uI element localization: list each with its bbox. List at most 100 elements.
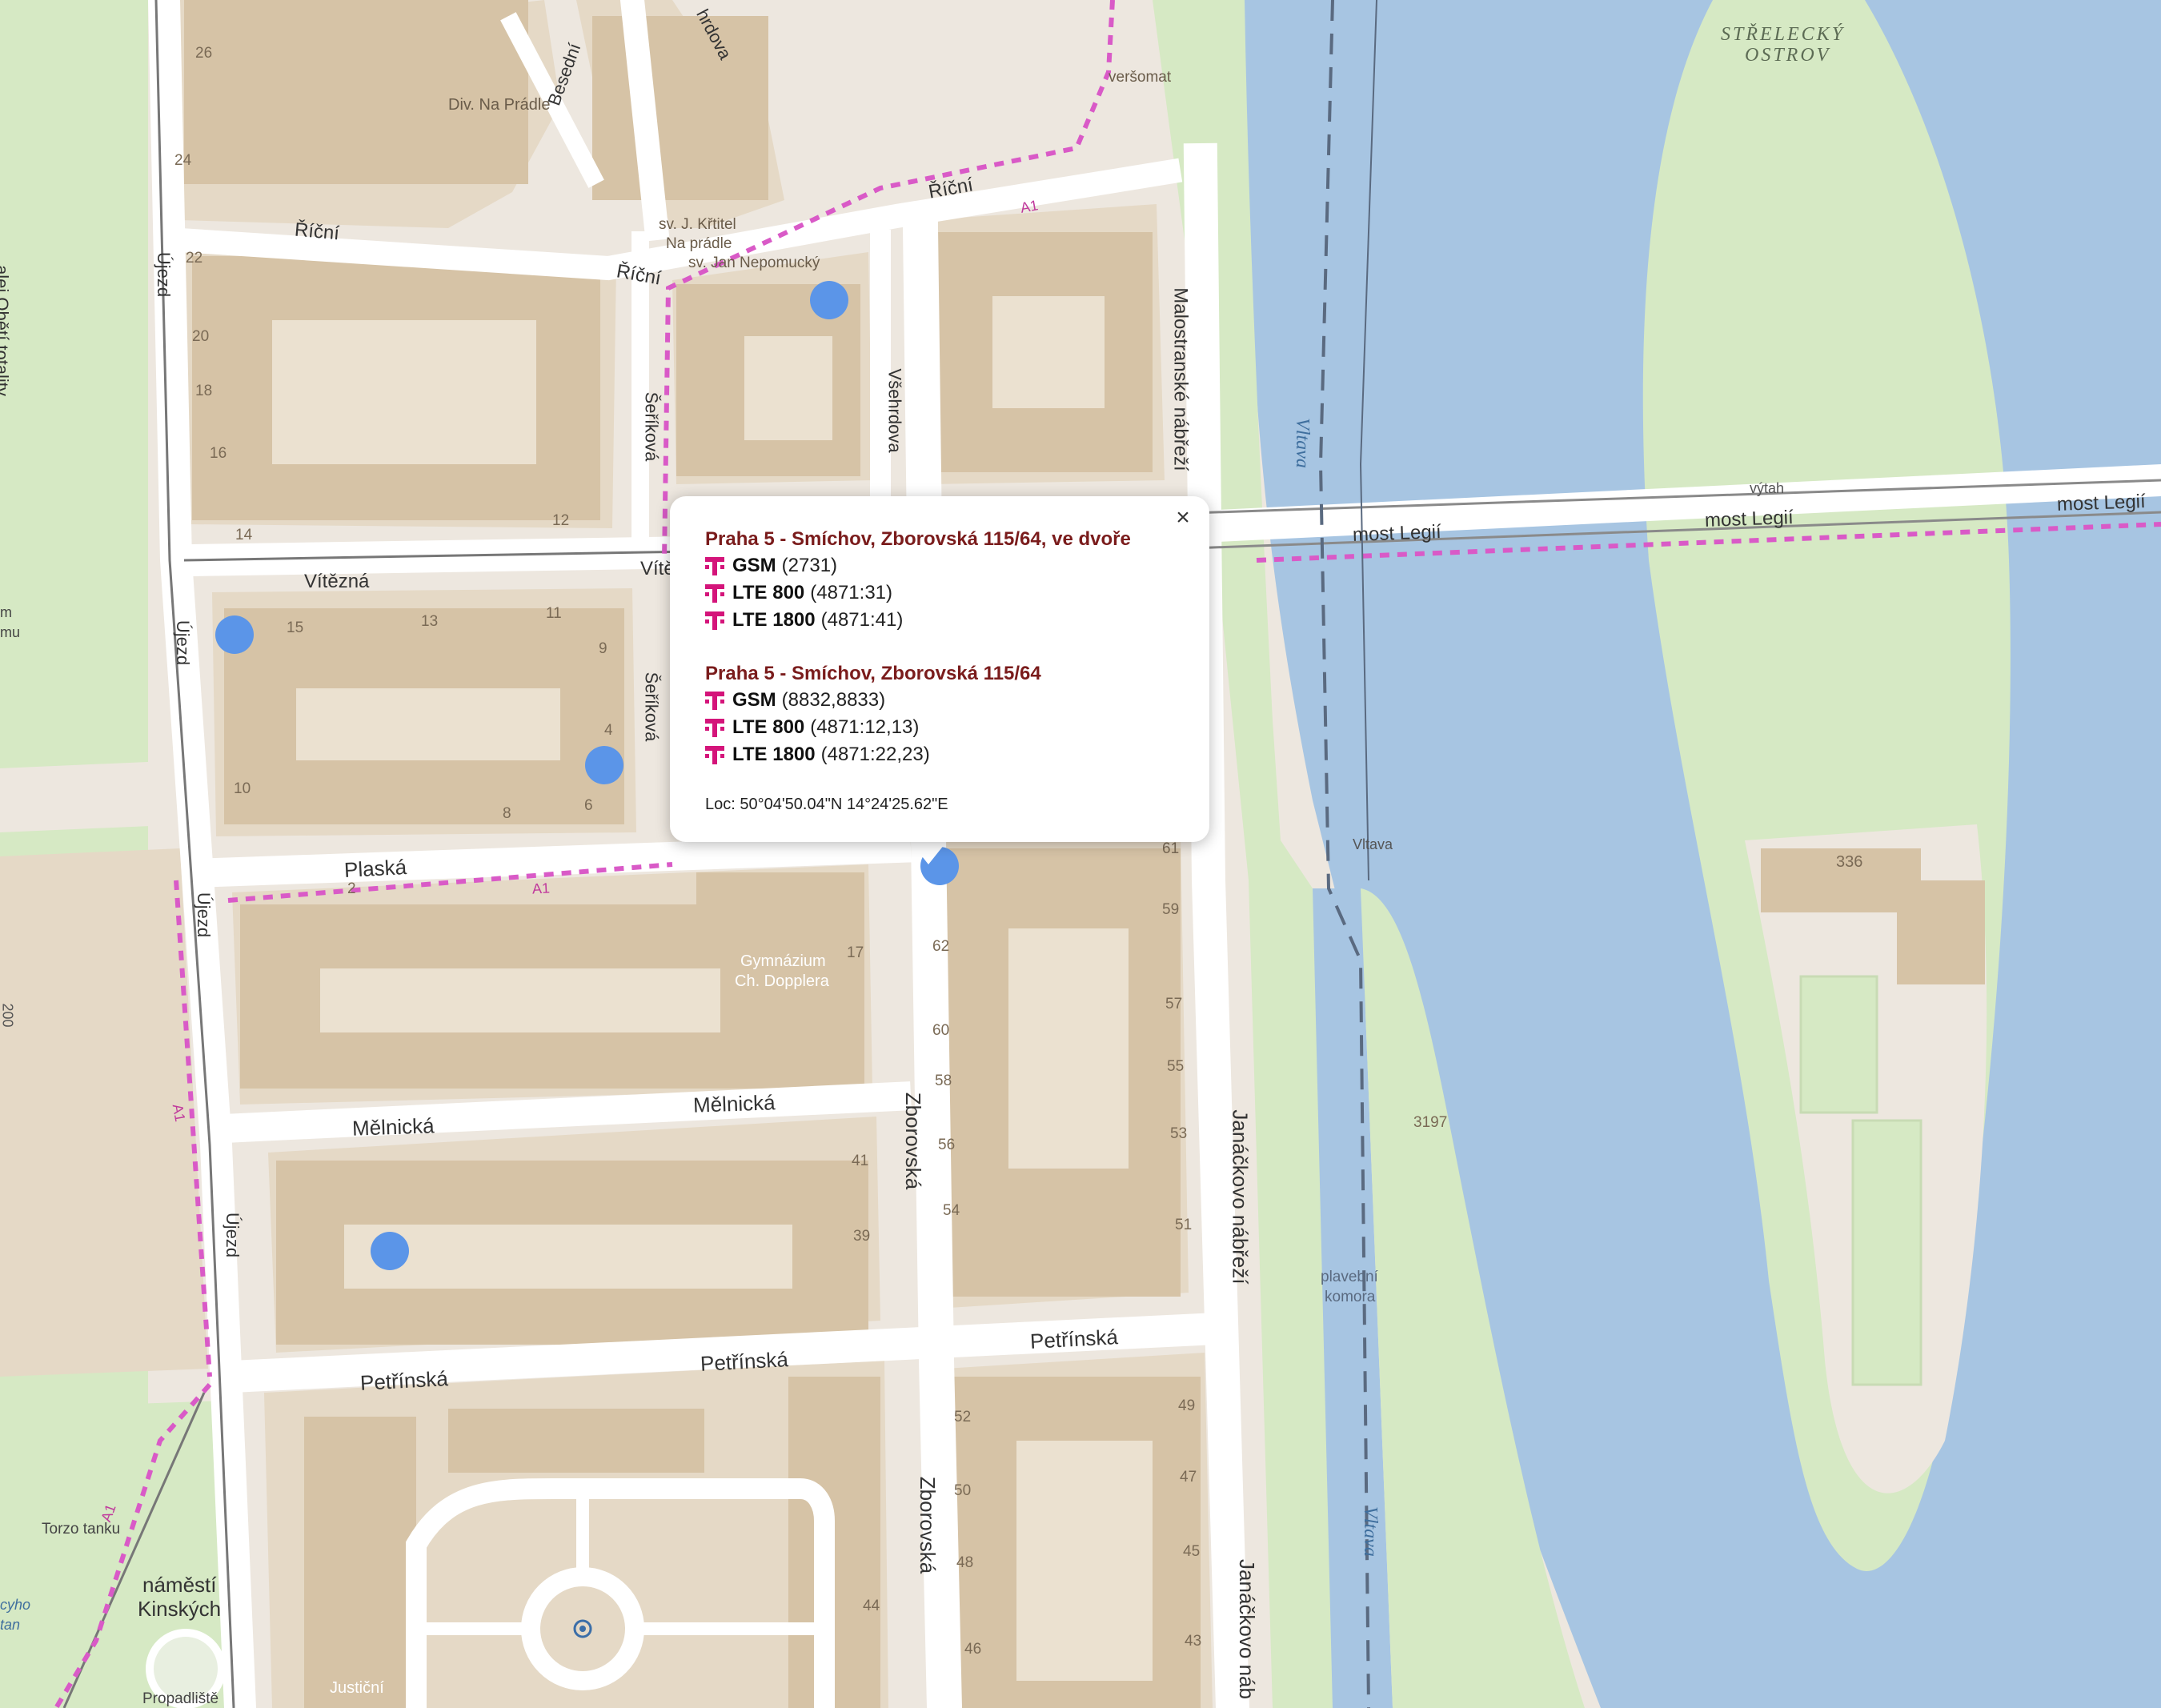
- block-west-2: [0, 760, 188, 832]
- street-label: Plaská: [343, 854, 407, 883]
- street-label: Petřínská: [700, 1347, 789, 1376]
- house-number: 2: [347, 880, 356, 897]
- close-button[interactable]: ×: [1169, 504, 1197, 531]
- poi-label: mu: [0, 624, 21, 640]
- house-number: 15: [287, 619, 304, 636]
- poi-label: náměstí: [142, 1573, 217, 1597]
- house-number: 48: [956, 1554, 974, 1571]
- street-label: Újezd: [173, 619, 194, 666]
- house-number: 17: [847, 944, 864, 961]
- street-label: Zborovská: [916, 1476, 940, 1574]
- band-ids: (8832,8833): [781, 689, 886, 711]
- house-number: 52: [954, 1409, 972, 1425]
- location-coordinates: Loc: 50°04'50.04"N 14°24'25.62"E: [705, 796, 948, 813]
- street-label: most Legií: [2056, 491, 2147, 515]
- t-mobile-icon: [705, 609, 724, 631]
- street-label: Šeříková: [641, 672, 662, 742]
- cell-site-marker[interactable]: [215, 615, 254, 654]
- t-mobile-icon: [705, 555, 724, 577]
- band-name: GSM: [732, 555, 776, 576]
- house-number: 61: [1162, 840, 1180, 857]
- street-label: alej Obětí totality: [0, 265, 12, 396]
- street-label: Vítězná: [304, 571, 370, 592]
- house-number: 54: [943, 1202, 960, 1219]
- house-number: 53: [1170, 1125, 1188, 1142]
- route-label: A1: [169, 1102, 189, 1123]
- poi-label: tan: [0, 1617, 21, 1633]
- house-number: 39: [853, 1228, 871, 1245]
- street-label: Mělnická: [692, 1090, 776, 1117]
- house-number: 3197: [1413, 1114, 1448, 1131]
- cell-site-popup: × Praha 5 - Smíchov, Zborovská 115/64, v…: [670, 496, 1209, 842]
- house-number: 62: [932, 938, 950, 955]
- house-number: 4: [604, 722, 613, 739]
- house-number: 24: [174, 152, 192, 169]
- cell-site-marker[interactable]: [371, 1232, 409, 1270]
- band-row: LTE 1800 (4871:41): [705, 607, 1176, 634]
- house-number: 9: [599, 640, 607, 657]
- house-number: 55: [1167, 1058, 1185, 1075]
- street-label: Újezd: [194, 892, 214, 938]
- band-row: LTE 800 (4871:12,13): [705, 714, 1176, 741]
- poi-label: sv. J. Křtitel: [659, 216, 736, 233]
- street-label: Újezd: [154, 251, 174, 298]
- poi-label: Kinských: [138, 1597, 222, 1621]
- house-number: 16: [210, 445, 227, 462]
- band-row: GSM (2731): [705, 552, 1176, 579]
- house-number: 12: [552, 512, 570, 529]
- band-row: LTE 800 (4871:31): [705, 579, 1176, 607]
- street-label: most Legií: [1704, 507, 1794, 531]
- poi-label: cyho: [0, 1597, 31, 1613]
- band-row: GSM (8832,8833): [705, 687, 1176, 714]
- street-label: Všehrdova: [884, 368, 905, 453]
- site-entry: Praha 5 - Smíchov, Zborovská 115/64 GSM(…: [705, 661, 1176, 768]
- t-mobile-icon: [705, 744, 724, 766]
- cell-site-marker[interactable]: [810, 281, 848, 319]
- band-ids: (4871:31): [810, 582, 893, 603]
- street-label: Mělnická: [351, 1113, 435, 1141]
- band-ids: (4871:41): [820, 609, 904, 631]
- band-name: GSM: [732, 689, 776, 711]
- street-label: Říční: [293, 219, 341, 245]
- house-number: 51: [1175, 1217, 1193, 1233]
- house-number: 56: [938, 1137, 956, 1153]
- house-number: 10: [234, 780, 251, 797]
- street-label: Petřínská: [1029, 1325, 1119, 1353]
- house-number: 200: [0, 1003, 16, 1028]
- house-number: 44: [863, 1598, 880, 1614]
- house-number: 22: [186, 250, 203, 267]
- house-number: 20: [192, 328, 210, 345]
- poi-label: Propadliště: [142, 1690, 219, 1707]
- street-label: Janáčkovo nábřeží: [1228, 1109, 1253, 1285]
- poi-label: Vltava: [1353, 836, 1393, 852]
- island-court: [1851, 1119, 1922, 1386]
- poi-label: STŘELECKÝ: [1721, 24, 1846, 45]
- water-label: Vltava: [1359, 1506, 1381, 1557]
- street-label: Zborovská: [901, 1092, 926, 1190]
- island-building: [1897, 880, 1985, 984]
- poi-label: plavební: [1321, 1269, 1378, 1285]
- band-ids: (4871:22,23): [820, 744, 930, 765]
- house-number: 49: [1178, 1397, 1196, 1414]
- house-number: 60: [932, 1022, 950, 1039]
- house-number: 58: [935, 1073, 952, 1089]
- island-court: [1799, 975, 1878, 1114]
- poi-label: Na prádle: [666, 235, 732, 252]
- band-name: LTE 800: [732, 582, 805, 603]
- poi-label: Torzo tanku: [42, 1521, 121, 1538]
- house-number: 47: [1180, 1469, 1197, 1485]
- house-number: 46: [964, 1641, 982, 1658]
- poi-label: výtah: [1750, 480, 1785, 496]
- route-label: A1: [1019, 197, 1040, 216]
- house-number: 43: [1185, 1633, 1202, 1650]
- poi-label: Div. Na Prádle: [448, 96, 551, 114]
- popup-tip: [909, 840, 948, 864]
- house-number: 59: [1162, 901, 1180, 918]
- house-number: 57: [1165, 996, 1183, 1012]
- house-number: 26: [195, 45, 213, 62]
- route-label: A1: [531, 880, 551, 897]
- poi-label: m: [0, 604, 12, 620]
- site-entry: Praha 5 - Smíchov, Zborovská 115/64, ve …: [705, 527, 1176, 634]
- poi-label: Ch. Dopplera: [735, 972, 829, 990]
- cell-site-marker[interactable]: [585, 746, 623, 784]
